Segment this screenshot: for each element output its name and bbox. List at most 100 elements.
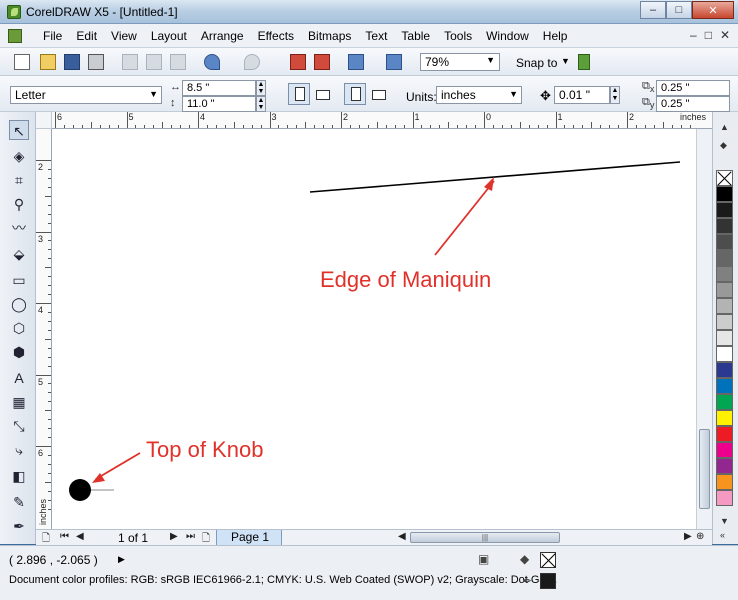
snap-options-icon[interactable] [578,54,590,70]
vertical-scroll-thumb[interactable] [699,429,710,509]
landscape-button[interactable] [312,83,334,105]
fill-bucket-icon[interactable]: ◆ [520,552,529,566]
basic-shapes-tool-icon[interactable]: ⬢ [9,342,29,362]
color-swatch[interactable] [716,266,733,282]
color-swatch[interactable] [716,394,733,410]
color-swatch[interactable] [716,314,733,330]
ellipse-tool-icon[interactable]: ◯ [9,294,29,314]
duplicate-x-field[interactable]: 0.25 " [656,80,730,96]
knob-circle[interactable] [69,479,91,501]
page-height-field[interactable]: 11.0 " [182,96,256,112]
width-spinner[interactable]: ▲ ▼ [256,80,266,96]
menu-view[interactable]: View [104,29,144,43]
vertical-scrollbar[interactable] [696,129,712,529]
outline-pen-icon[interactable]: ✒ [522,574,532,588]
nudge-spinner[interactable]: ▲ ▼ [610,86,620,104]
freehand-tool-icon[interactable]: 〰 [9,218,29,238]
paste-icon[interactable] [170,54,186,70]
rectangle-tool-icon[interactable]: ▭ [9,270,29,290]
color-profiles-text[interactable]: Document color profiles: RGB: sRGB IEC61… [9,574,557,586]
horizontal-ruler[interactable]: inches 6 5 4 3 2 1 0 1 2 [52,112,712,129]
mannequin-edge-line[interactable] [309,161,681,193]
welcome-screen-icon[interactable] [386,54,402,70]
text-tool-icon[interactable]: A [9,368,29,388]
polygon-tool-icon[interactable]: ⬡ [9,318,29,338]
menu-effects[interactable]: Effects [251,29,301,43]
application-launcher-icon[interactable] [348,54,364,70]
portrait-button[interactable] [288,83,310,105]
paper-size-select[interactable]: Letter ▼ [10,86,162,104]
scroll-left-icon[interactable]: ◀ [398,531,406,542]
document-icon[interactable] [8,29,22,43]
doc-minimize-button[interactable]: – [690,28,697,42]
current-page-button[interactable] [368,83,390,105]
shape-tool-icon[interactable]: ◈ [9,146,29,166]
chevron-down-icon[interactable]: ▼ [561,56,570,66]
color-swatch[interactable] [716,202,733,218]
doc-restore-button[interactable]: □ [705,28,712,42]
menu-text[interactable]: Text [358,29,394,43]
doc-close-button[interactable]: ✕ [720,28,730,42]
color-swatch[interactable] [716,234,733,250]
height-spinner[interactable]: ▲ ▼ [256,96,266,112]
duplicate-y-field[interactable]: 0.25 " [656,96,730,112]
menu-file[interactable]: File [36,29,69,43]
next-page-icon[interactable]: ▶ [170,531,178,542]
nudge-distance-field[interactable]: 0.01 " [554,86,610,104]
previous-page-icon[interactable]: ◀ [76,531,84,542]
table-tool-icon[interactable]: ▦ [9,392,29,412]
palette-expand-icon[interactable]: « [720,530,725,540]
menu-layout[interactable]: Layout [144,29,194,43]
color-swatch[interactable] [716,298,733,314]
dimension-tool-icon[interactable]: ⤡ [9,416,29,436]
no-color-swatch[interactable] [716,170,733,186]
horizontal-scroll-thumb[interactable]: ||| [410,532,560,543]
minimize-button[interactable]: – [640,1,666,19]
close-button[interactable]: ✕ [692,1,734,19]
menu-window[interactable]: Window [479,29,536,43]
drawing-canvas[interactable]: Edge of Maniquin Top of Knob [52,129,712,529]
color-proofing-icon[interactable]: ▣ [478,552,489,566]
print-icon[interactable] [88,54,104,70]
palette-scroll-up-icon[interactable]: ▲ [720,122,729,132]
zoom-level-select[interactable]: 79% ▼ [420,53,500,71]
color-swatch[interactable] [716,186,733,202]
coreldraw-app-icon[interactable] [7,5,21,19]
menu-edit[interactable]: Edit [69,29,104,43]
zoom-tool-icon[interactable]: ⚲ [9,194,29,214]
pick-tool-icon[interactable]: ↖ [9,120,29,140]
smart-fill-tool-icon[interactable]: ⬙ [9,244,29,264]
color-swatch[interactable] [716,442,733,458]
save-icon[interactable] [64,54,80,70]
scroll-right-icon[interactable]: ▶ [684,531,692,542]
last-page-icon[interactable]: ⏭ [186,531,195,542]
color-swatch[interactable] [716,410,733,426]
cut-icon[interactable] [122,54,138,70]
color-swatch[interactable] [716,426,733,442]
zoom-navigator-icon[interactable]: ⊕ [696,531,704,542]
fill-color-swatch[interactable] [540,552,556,568]
copy-icon[interactable] [146,54,162,70]
menu-help[interactable]: Help [536,29,575,43]
units-select[interactable]: inches ▼ [436,86,522,104]
palette-scroll-down-icon[interactable]: ▼ [720,516,729,526]
color-swatch[interactable] [716,282,733,298]
status-expand-icon[interactable]: ▶ [118,554,125,565]
color-swatch[interactable] [716,458,733,474]
redo-icon[interactable] [244,54,260,70]
palette-options-icon[interactable]: ◆ [720,140,727,151]
color-swatch[interactable] [716,362,733,378]
color-swatch[interactable] [716,378,733,394]
color-swatch[interactable] [716,346,733,362]
maximize-button[interactable]: □ [666,1,692,19]
menu-bitmaps[interactable]: Bitmaps [301,29,358,43]
menu-tools[interactable]: Tools [437,29,479,43]
color-swatch[interactable] [716,474,733,490]
page-width-field[interactable]: 8.5 " [182,80,256,96]
outline-pen-tool-icon[interactable]: ✒ [9,516,29,536]
outline-color-swatch[interactable] [540,573,556,589]
color-swatch[interactable] [716,218,733,234]
color-swatch[interactable] [716,330,733,346]
first-page-icon[interactable]: ⏮ [60,531,69,542]
import-icon[interactable] [290,54,306,70]
